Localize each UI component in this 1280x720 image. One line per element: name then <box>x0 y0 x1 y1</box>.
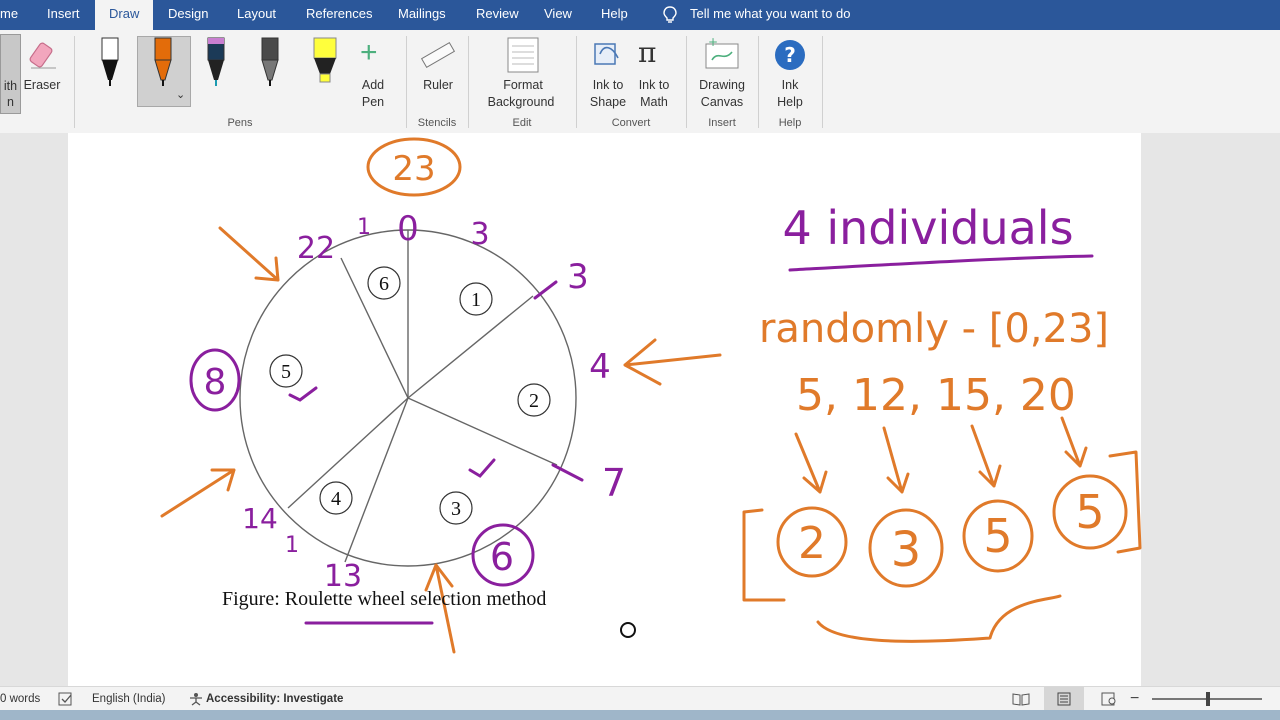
ink-result-4: 5 <box>1075 485 1104 539</box>
language-indicator[interactable]: English (India) <box>92 687 166 711</box>
ink-randomly-range: randomly - [0,23] <box>759 306 1109 352</box>
wheel-slot-6: 6 <box>379 273 389 295</box>
status-bar: 0 words English (India) Accessibility: I… <box>0 686 1280 711</box>
accessibility-icon[interactable] <box>188 692 204 706</box>
proofing-icon[interactable] <box>58 692 74 706</box>
ink-result-3: 5 <box>983 509 1012 563</box>
word-count[interactable]: 0 words <box>0 687 40 711</box>
ink-label-7: 7 <box>602 461 626 505</box>
print-layout-icon <box>1057 692 1071 706</box>
wheel-slot-1: 1 <box>471 289 481 311</box>
wheel-slot-3: 3 <box>451 498 461 520</box>
ink-result-1: 2 <box>798 518 826 569</box>
ink-random-picks: 5, 12, 15, 20 <box>796 370 1076 421</box>
ink-title-4-individuals: 4 individuals <box>782 201 1073 255</box>
ink-canvas[interactable]: 1 2 3 4 5 6 22 1 0 3 3 4 8 7 14 1 13 6 4… <box>0 0 1280 720</box>
ink-label-4: 4 <box>589 347 611 387</box>
ink-label-3-top: 3 <box>470 217 489 252</box>
figure-caption: Figure: Roulette wheel selection method <box>222 588 547 610</box>
ink-label-8: 8 <box>204 362 227 403</box>
web-layout-icon[interactable] <box>1100 692 1118 706</box>
ink-label-14: 14 <box>242 502 278 535</box>
ink-label-1-bottom: 1 <box>285 533 299 558</box>
ink-label-6: 6 <box>490 535 514 579</box>
pen-cursor-icon <box>620 622 636 638</box>
ink-label-0: 0 <box>397 209 419 249</box>
ink-result-2: 3 <box>891 522 922 578</box>
wheel-slot-5: 5 <box>281 361 291 383</box>
accessibility-status[interactable]: Accessibility: Investigate <box>206 687 343 711</box>
wheel-slot-2: 2 <box>529 390 539 412</box>
ink-label-3-right: 3 <box>567 257 589 297</box>
wheel-slot-4: 4 <box>331 488 341 510</box>
ink-label-23: 23 <box>392 149 435 189</box>
zoom-slider-thumb[interactable] <box>1206 692 1210 706</box>
ink-label-22: 22 <box>297 231 335 266</box>
ink-label-1-top: 1 <box>357 215 371 240</box>
zoom-out-icon[interactable]: − <box>1130 687 1139 711</box>
read-mode-icon[interactable] <box>1012 692 1030 706</box>
taskbar-strip <box>0 710 1280 720</box>
